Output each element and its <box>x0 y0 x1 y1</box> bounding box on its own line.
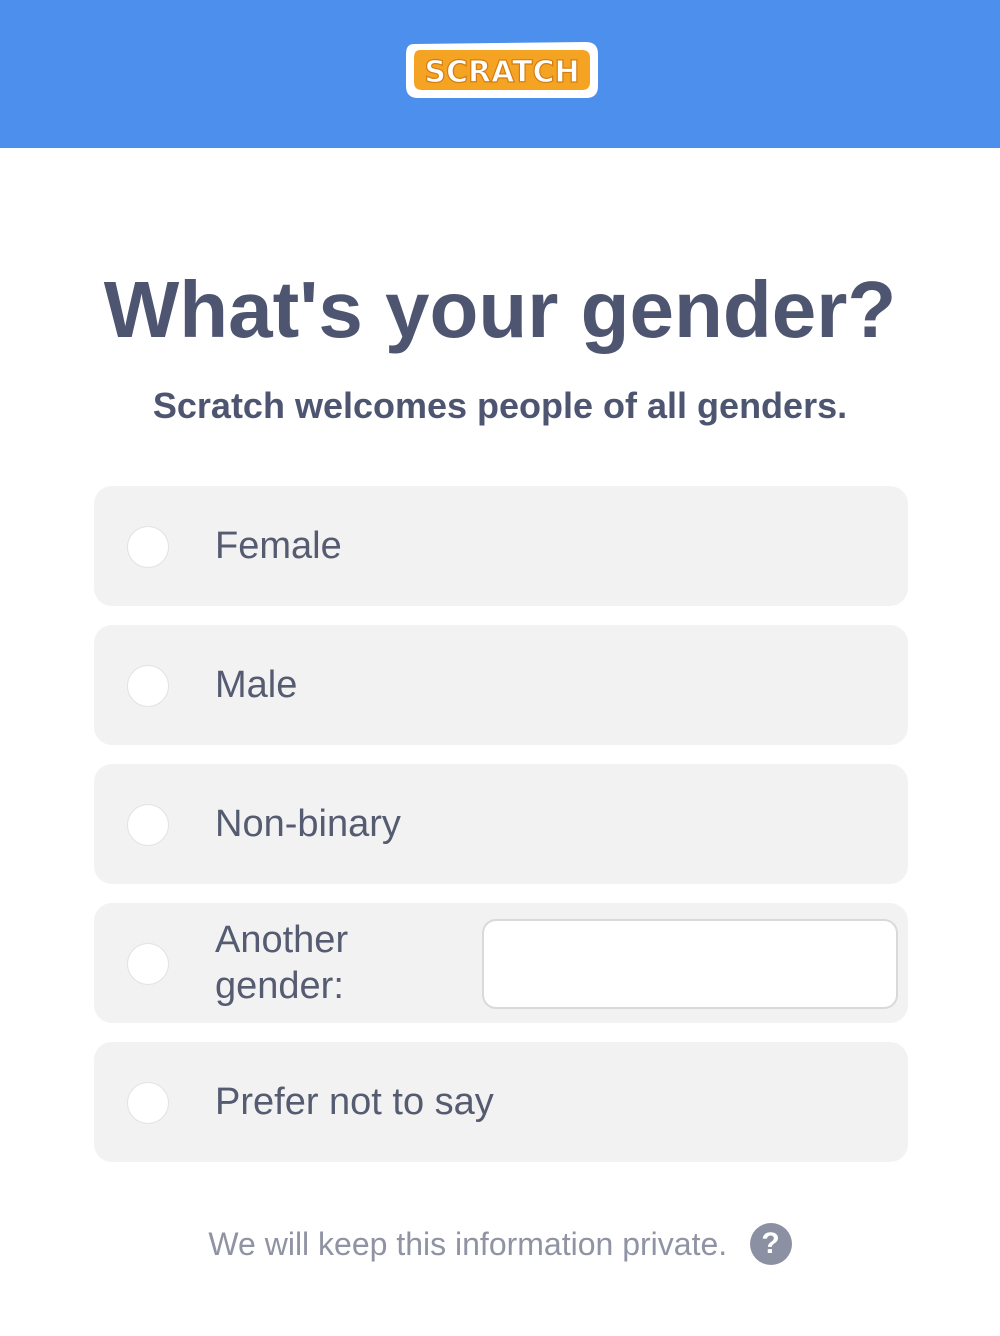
option-label-female: Female <box>215 525 342 567</box>
radio-non-binary[interactable] <box>127 804 169 846</box>
option-male[interactable]: Male <box>94 625 908 745</box>
radio-male[interactable] <box>127 665 169 707</box>
page-subtitle: Scratch welcomes people of all genders. <box>152 385 848 426</box>
privacy-footer: We will keep this information private. ? <box>0 1218 1000 1270</box>
option-label-prefer-not-to-say: Prefer not to say <box>215 1081 494 1123</box>
radio-another-gender[interactable] <box>127 943 169 985</box>
option-female[interactable]: Female <box>94 486 908 606</box>
question-mark-icon[interactable]: ? <box>749 1223 792 1265</box>
scratch-logo[interactable]: SCRATCH <box>400 34 604 106</box>
radio-prefer-not-to-say[interactable] <box>127 1082 169 1124</box>
option-label-another-gender: Another gender: <box>215 919 349 1007</box>
logo-text: SCRATCH <box>424 55 579 90</box>
page-title: What's your gender? <box>103 265 897 354</box>
header-bar: SCRATCH <box>0 0 1000 148</box>
option-label-non-binary: Non-binary <box>215 803 401 845</box>
option-another-gender[interactable]: Another gender: <box>94 903 908 1023</box>
option-label-male: Male <box>215 664 298 706</box>
option-prefer-not-to-say[interactable]: Prefer not to say <box>94 1042 908 1162</box>
radio-female[interactable] <box>127 526 169 568</box>
privacy-text: We will keep this information private. <box>208 1226 728 1262</box>
option-non-binary[interactable]: Non-binary <box>94 764 908 884</box>
another-gender-input[interactable] <box>482 919 898 1009</box>
